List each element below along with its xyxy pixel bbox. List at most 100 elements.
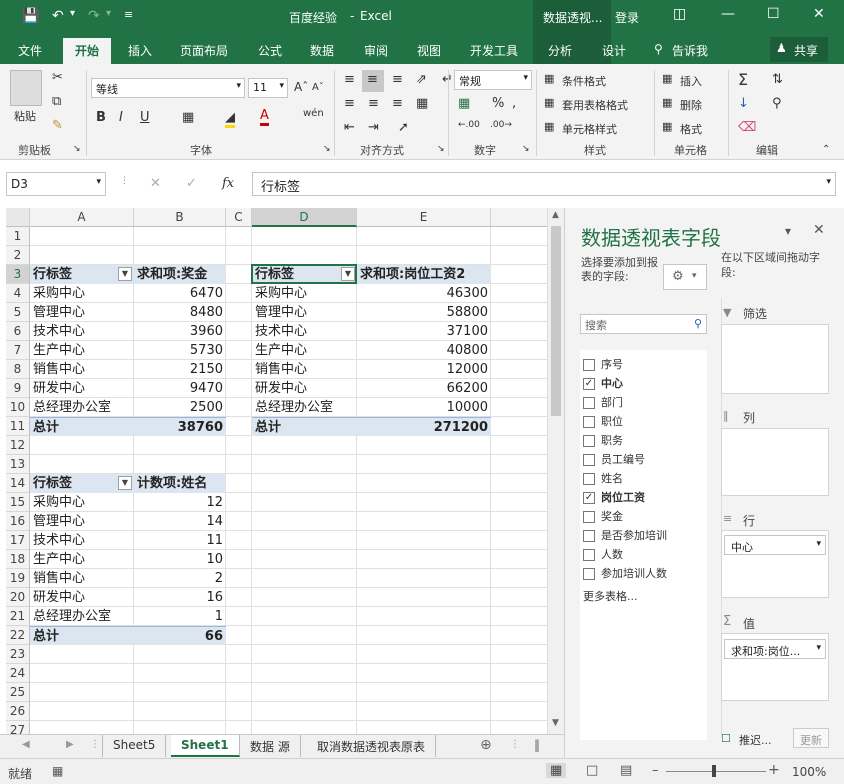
comma-style-icon[interactable]: , (512, 96, 516, 111)
font-color-icon[interactable]: A (260, 108, 269, 126)
align-right-icon[interactable]: ≡ (392, 96, 403, 111)
format-painter-icon[interactable]: ✎ (52, 118, 63, 133)
field-settings-button[interactable]: ⚙ ▾ (663, 264, 707, 290)
delete-button[interactable]: 删除 (680, 97, 702, 113)
fill-icon[interactable]: ↓ (738, 96, 749, 111)
select-all-corner[interactable] (6, 208, 30, 227)
italic-icon[interactable]: I (119, 110, 123, 125)
alignment-launcher-icon[interactable]: ↘ (437, 144, 445, 154)
undo-dropdown-icon[interactable]: ▾ (70, 8, 75, 19)
pane-options-icon[interactable]: ▾ (785, 224, 791, 238)
ribbon-display-icon[interactable]: ◫ (673, 6, 686, 22)
close-pane-icon[interactable]: ✕ (813, 222, 825, 238)
clipboard-launcher-icon[interactable]: ↘ (73, 144, 81, 154)
minimize-icon[interactable]: — (721, 6, 735, 22)
pivot-total-label[interactable]: 总计 (30, 626, 134, 645)
pivot-row-value[interactable]: 5730 (134, 341, 226, 360)
defer-checkbox-icon[interactable]: ☐ (721, 732, 731, 745)
align-bottom-icon[interactable]: ≡ (392, 72, 403, 87)
scroll-down-icon[interactable]: ▼ (552, 718, 559, 728)
cond-format-button[interactable]: 条件格式 (562, 73, 606, 89)
pivot-row-label[interactable]: 生产中心 (252, 341, 357, 360)
row-header[interactable]: 23 (6, 645, 30, 664)
update-button[interactable]: 更新 (793, 728, 829, 748)
col-header-b[interactable]: B (134, 208, 226, 227)
checkbox-icon[interactable] (583, 359, 595, 371)
copy-icon[interactable]: ⧉ (52, 94, 61, 109)
col-header-d[interactable]: D (252, 208, 357, 227)
orientation-alt-icon[interactable]: ➚ (398, 120, 409, 135)
page-layout-view-icon[interactable]: □ (586, 763, 598, 778)
row-header[interactable]: 18 (6, 550, 30, 569)
decrease-indent-icon[interactable]: ⇤ (344, 120, 355, 135)
zoom-slider-thumb[interactable] (712, 765, 716, 777)
pivot-row-value[interactable]: 66200 (357, 379, 491, 398)
field-search-input[interactable]: 搜索 ⚲ (580, 314, 707, 334)
pivot-row-label[interactable]: 管理中心 (30, 303, 134, 322)
align-center-icon[interactable]: ≡ (368, 96, 379, 111)
table-format-button[interactable]: 套用表格格式 (562, 97, 628, 113)
pivot-row-value[interactable]: 46300 (357, 284, 491, 303)
increase-indent-icon[interactable]: ⇥ (368, 120, 379, 135)
pivot-row-value[interactable]: 58800 (357, 303, 491, 322)
fill-color-icon[interactable]: ◢ (225, 110, 235, 128)
pivot-row-value[interactable]: 40800 (357, 341, 491, 360)
vertical-scrollbar[interactable]: ▲ ▼ (547, 208, 564, 734)
row-header[interactable]: 3 (6, 265, 30, 284)
checkbox-checked-icon[interactable]: ✓ (583, 378, 595, 390)
number-launcher-icon[interactable]: ↘ (522, 144, 530, 154)
pivot-row-label[interactable]: 技术中心 (30, 322, 134, 341)
row-header[interactable]: 2 (6, 246, 30, 265)
scroll-thumb[interactable] (551, 226, 561, 416)
save-icon[interactable]: 💾 (22, 8, 39, 24)
pivot-header-value[interactable]: 计数项:姓名 (134, 474, 226, 493)
share-button[interactable]: ♟ 共享 (770, 37, 828, 62)
checkbox-icon[interactable] (583, 435, 595, 447)
tab-home[interactable]: 开始 (63, 38, 112, 64)
grow-font-icon[interactable]: Aˆ (294, 80, 308, 94)
field-item[interactable]: 职位 (583, 413, 623, 432)
pivot-total-value[interactable]: 38760 (134, 417, 226, 436)
font-size-combo[interactable]: 11 ▾ (248, 78, 288, 98)
row-header[interactable]: 15 (6, 493, 30, 512)
pivot-row-label[interactable]: 总经理办公室 (252, 398, 357, 417)
pivot-row-value[interactable]: 3960 (134, 322, 226, 341)
pivot-row-label[interactable]: 生产中心 (30, 341, 134, 360)
number-format-combo[interactable]: 常规 ▾ (454, 70, 532, 90)
row-label-filter-icon[interactable]: ▼ (118, 267, 132, 281)
pivot-row-value[interactable]: 11 (134, 531, 226, 550)
pivot-total-value[interactable]: 271200 (357, 417, 491, 436)
undo-icon[interactable]: ↶ (52, 8, 64, 24)
field-item[interactable]: 参加培训人数 (583, 565, 667, 584)
orientation-icon[interactable]: ⇗ (416, 72, 427, 87)
decrease-decimal-icon[interactable]: .00→ (490, 120, 512, 130)
row-label-filter-icon[interactable]: ▼ (118, 476, 132, 490)
col-header-c[interactable]: C (226, 208, 252, 227)
pivot-row-value[interactable]: 12 (134, 493, 226, 512)
search-icon[interactable]: ⚲ (694, 317, 702, 330)
cell-style-button[interactable]: 单元格样式 (562, 121, 617, 137)
scroll-up-icon[interactable]: ▲ (552, 210, 559, 220)
tab-page-layout[interactable]: 页面布局 (180, 42, 228, 59)
pivot-row-value[interactable]: 2150 (134, 360, 226, 379)
checkbox-icon[interactable] (583, 530, 595, 542)
pivot-total-label[interactable]: 总计 (30, 417, 134, 436)
zoom-in-icon[interactable]: + (768, 762, 780, 778)
field-item[interactable]: 序号 (583, 356, 623, 375)
pivot-row-label[interactable]: 技术中心 (30, 531, 134, 550)
pivot-row-label[interactable]: 技术中心 (252, 322, 357, 341)
col-header-a[interactable]: A (30, 208, 134, 227)
pivot-row-value[interactable]: 12000 (357, 360, 491, 379)
row-header[interactable]: 10 (6, 398, 30, 417)
pivot-row-label[interactable]: 管理中心 (252, 303, 357, 322)
cut-icon[interactable]: ✂ (52, 70, 63, 85)
shrink-font-icon[interactable]: Aˇ (312, 82, 324, 93)
chevron-down-icon[interactable]: ▾ (816, 539, 821, 549)
columns-area[interactable] (721, 428, 829, 496)
row-header[interactable]: 17 (6, 531, 30, 550)
filter-area[interactable] (721, 324, 829, 394)
row-header[interactable]: 21 (6, 607, 30, 626)
pivot-row-label[interactable]: 销售中心 (30, 360, 134, 379)
underline-icon[interactable]: U (140, 110, 150, 125)
row-field-chip[interactable]: 中心 ▾ (724, 535, 826, 555)
